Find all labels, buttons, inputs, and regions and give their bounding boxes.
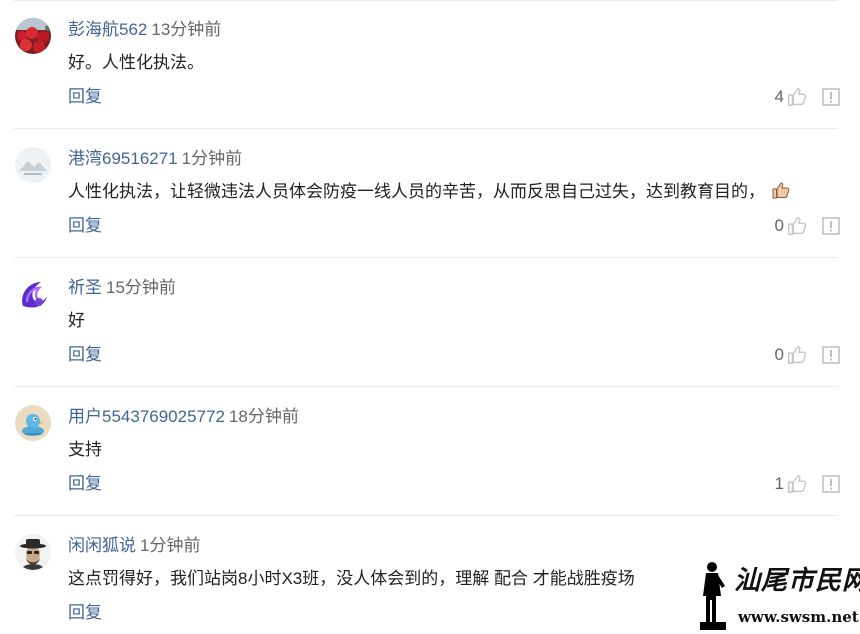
timestamp: 13分钟前: [151, 20, 222, 39]
comment-meta: 港湾69516271 1分钟前: [68, 148, 242, 170]
reply-button[interactable]: 回复: [68, 86, 102, 108]
timestamp: 15分钟前: [106, 278, 176, 297]
username[interactable]: 彭海航562: [68, 20, 147, 39]
username[interactable]: 闲闲狐说: [68, 536, 136, 555]
statue-figure-icon: [700, 562, 726, 630]
man-with-hat-avatar-icon: [15, 534, 51, 570]
timestamp: 1分钟前: [181, 149, 243, 168]
thumbs-up-icon[interactable]: [786, 473, 808, 495]
report-icon[interactable]: [822, 88, 840, 106]
thumbs-up-icon[interactable]: [786, 344, 808, 366]
avatar[interactable]: [15, 276, 51, 312]
timestamp: 18分钟前: [228, 407, 299, 426]
username[interactable]: 港湾69516271: [68, 149, 178, 168]
comment-item: 彭海航562 13分钟前 好。人性化执法。 回复 4: [0, 0, 860, 129]
comment-text: 支持: [68, 440, 102, 459]
comment-text: 这点罚得好，我们站岗8小时X3班，没人体会到的，理解 配合 才能战胜疫场: [68, 569, 635, 588]
username[interactable]: 祈圣: [68, 278, 102, 297]
comment-item: 用户5543769025772 18分钟前 支持 回复 1: [0, 387, 860, 516]
reply-button[interactable]: 回复: [68, 602, 102, 624]
comment-item: 港湾69516271 1分钟前 人性化执法，让轻微违法人员体会防疫一线人员的辛苦，…: [0, 129, 860, 258]
reply-button[interactable]: 回复: [68, 344, 102, 366]
reply-button[interactable]: 回复: [68, 473, 102, 495]
comment-text-body: 人性化执法，让轻微违法人员体会防疫一线人员的辛苦，从而反思自己过失，达到教育目的…: [68, 182, 765, 201]
comment-text: 好: [68, 311, 85, 330]
avatar[interactable]: [15, 534, 51, 570]
like-count: 0: [774, 216, 784, 235]
username[interactable]: 用户5543769025772: [68, 407, 225, 426]
comment-actions: 1: [775, 472, 840, 496]
timestamp: 1分钟前: [140, 536, 201, 555]
comment-text: 好。人性化执法。: [68, 53, 204, 72]
cartoon-bird-avatar-icon: [15, 405, 51, 441]
avatar[interactable]: [15, 405, 51, 441]
watermark-url: www.swsm.net: [738, 608, 859, 626]
comment-text: 人性化执法，让轻微违法人员体会防疫一线人员的辛苦，从而反思自己过失，达到教育目的…: [68, 180, 791, 204]
comment-item: 祈圣 15分钟前 好 回复 0: [0, 258, 860, 387]
comment-actions: 4: [775, 85, 840, 109]
like-count: 4: [774, 87, 784, 106]
thumbs-up-icon[interactable]: [786, 215, 808, 237]
avatar[interactable]: [15, 18, 51, 54]
like-count: 0: [774, 345, 784, 364]
comment-meta: 用户5543769025772 18分钟前: [68, 406, 299, 428]
watermark-site-name: 汕尾市民网: [734, 566, 860, 596]
purple-swirl-avatar-icon: [15, 276, 51, 312]
like-count: 1: [774, 474, 784, 493]
site-watermark: 汕尾市民网 www.swsm.net: [694, 560, 860, 632]
comment-actions: 0: [775, 343, 840, 367]
comment-meta: 彭海航562 13分钟前: [68, 19, 221, 41]
red-flowers-avatar-icon: [15, 18, 51, 54]
avatar[interactable]: [15, 147, 51, 183]
comment-meta: 闲闲狐说 1分钟前: [68, 535, 200, 557]
report-icon[interactable]: [822, 217, 840, 235]
comment-meta: 祈圣 15分钟前: [68, 277, 176, 299]
landscape-avatar-icon: [15, 147, 51, 183]
thumbs-up-emoji-icon: [771, 180, 791, 200]
reply-button[interactable]: 回复: [68, 215, 102, 237]
comment-actions: 0: [775, 214, 840, 238]
thumbs-up-icon[interactable]: [786, 86, 808, 108]
report-icon[interactable]: [822, 475, 840, 493]
report-icon[interactable]: [822, 346, 840, 364]
